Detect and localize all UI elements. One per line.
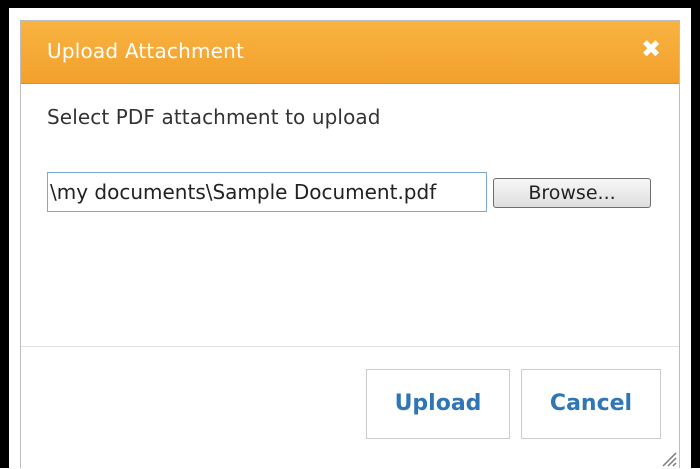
resize-grip-icon[interactable] [657,447,677,467]
dialog-footer: Upload Cancel [21,347,679,469]
browse-button[interactable]: Browse... [493,178,651,208]
upload-button[interactable]: Upload [366,369,510,439]
dialog-content: Select PDF attachment to upload \my docu… [21,84,679,344]
file-path-input[interactable]: \my documents\Sample Document.pdf [47,172,487,212]
dialog-titlebar[interactable]: Upload Attachment ✖ [21,21,679,84]
upload-prompt: Select PDF attachment to upload [47,105,381,129]
file-path-value: \my documents\Sample Document.pdf [50,180,437,204]
close-icon[interactable]: ✖ [637,35,665,63]
cancel-button[interactable]: Cancel [521,369,661,439]
dialog-title: Upload Attachment [47,39,245,63]
upload-attachment-dialog: Upload Attachment ✖ Select PDF attachmen… [20,20,680,468]
